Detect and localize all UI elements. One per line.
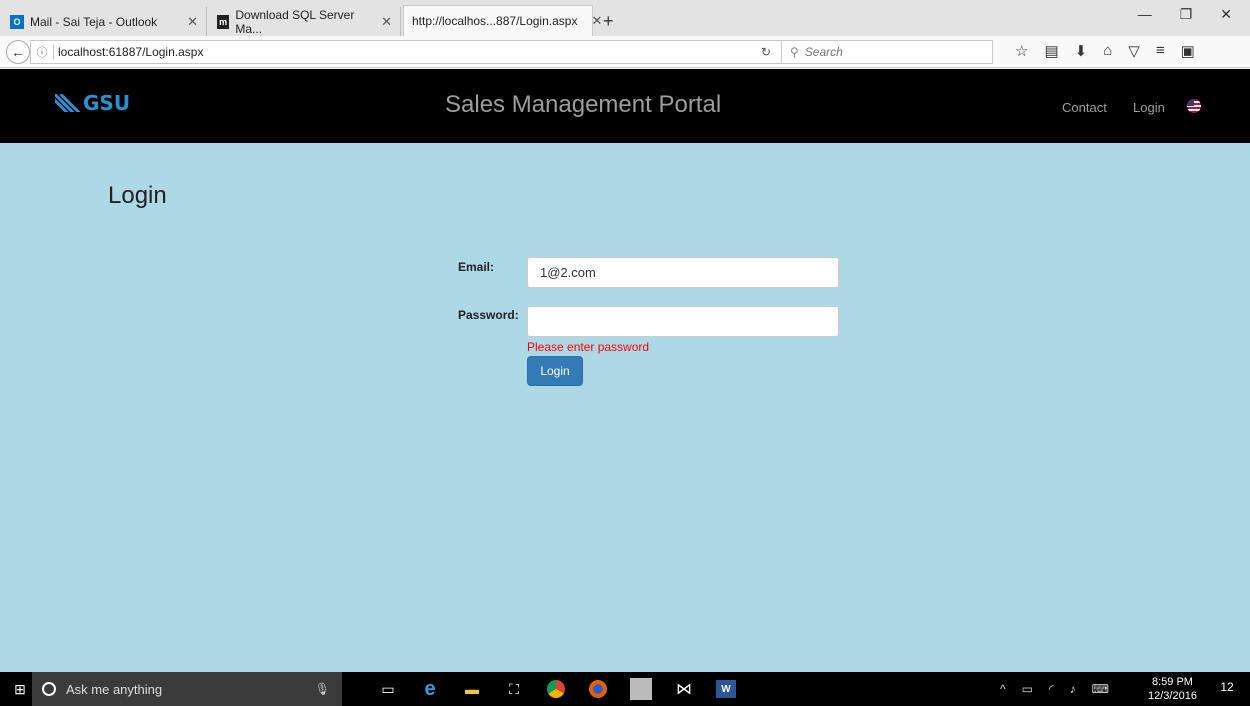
- search-bar[interactable]: ⚲ Search: [781, 40, 993, 64]
- cortana-search-box[interactable]: Ask me anything 🎙: [32, 672, 342, 706]
- notification-count: 12: [1220, 680, 1234, 694]
- restore-icon[interactable]: ❐: [1180, 6, 1193, 23]
- toolbar-icons: ☆ ▤ ⬇ ⌂ ▽ ≡ ▣: [1015, 42, 1195, 60]
- menu-icon[interactable]: ≡: [1156, 42, 1165, 60]
- info-icon[interactable]: ⓘ: [31, 44, 53, 60]
- file-explorer-icon[interactable]: ▬: [462, 679, 482, 699]
- tab-title: Mail - Sai Teja - Outlook: [30, 14, 158, 29]
- login-button[interactable]: Login: [527, 356, 583, 386]
- gsu-logo[interactable]: GSU: [55, 91, 130, 115]
- clock-time: 8:59 PM: [1151, 676, 1193, 688]
- store-icon[interactable]: ⛶: [504, 679, 524, 699]
- tab-login[interactable]: http://localhos...887/Login.aspx ✕: [403, 5, 602, 36]
- window-controls: — ❐ ✕: [1138, 6, 1232, 23]
- email-label: Email:: [458, 260, 495, 274]
- chrome-icon[interactable]: [546, 679, 566, 699]
- download-icon[interactable]: ⬇: [1075, 42, 1088, 60]
- notification-center-icon[interactable]: 12: [1218, 680, 1236, 698]
- home-icon[interactable]: ⌂: [1103, 42, 1112, 60]
- m-site-icon: m: [217, 14, 230, 29]
- email-field[interactable]: 1@2.com: [527, 257, 839, 288]
- url-bar[interactable]: ⓘ localhost:61887/Login.aspx ↻: [30, 40, 782, 64]
- portal-title: Sales Management Portal: [445, 91, 722, 118]
- url-separator: [53, 45, 54, 59]
- extension-icon[interactable]: ▣: [1181, 42, 1195, 60]
- close-icon[interactable]: ✕: [583, 13, 602, 29]
- reading-list-icon[interactable]: ▤: [1044, 42, 1058, 60]
- back-arrow-icon: ←: [11, 43, 25, 60]
- logo-stripes-icon: [55, 94, 81, 112]
- nav-contact-link[interactable]: Contact: [1062, 100, 1107, 115]
- password-label: Password:: [458, 308, 519, 322]
- password-field[interactable]: [527, 306, 839, 337]
- volume-icon[interactable]: ♪: [1070, 682, 1076, 696]
- browser-nav-bar: ← ⓘ localhost:61887/Login.aspx ↻ ⚲ Searc…: [0, 36, 1250, 68]
- us-flag-icon[interactable]: [1187, 99, 1201, 113]
- browser-tab-bar: O Mail - Sai Teja - Outlook ✕ m Download…: [0, 0, 1250, 36]
- minimize-icon[interactable]: —: [1138, 6, 1152, 23]
- reload-icon[interactable]: ↻: [761, 45, 771, 59]
- site-header: GSU Sales Management Portal Contact Logi…: [0, 69, 1250, 143]
- search-placeholder: Search: [804, 45, 843, 59]
- clock-date: 12/3/2016: [1148, 690, 1197, 702]
- tab-sql-download[interactable]: m Download SQL Server Ma... ✕: [209, 7, 401, 36]
- firefox-icon[interactable]: [588, 679, 608, 699]
- word-icon[interactable]: W: [716, 680, 736, 698]
- edge-icon[interactable]: e: [420, 678, 440, 700]
- password-error-message: Please enter password: [527, 340, 650, 354]
- image-app-icon[interactable]: [630, 678, 652, 700]
- nav-login-link[interactable]: Login: [1133, 100, 1165, 115]
- system-tray: ^ ▭ ◜ ♪ ⌨: [1000, 672, 1109, 706]
- logo-text: GSU: [83, 91, 131, 115]
- page-body: GSU Sales Management Portal Contact Logi…: [0, 69, 1250, 672]
- keyboard-icon[interactable]: ⌨: [1092, 682, 1109, 696]
- tab-title: Download SQL Server Ma...: [235, 7, 355, 36]
- search-icon: ⚲: [790, 45, 799, 59]
- close-icon[interactable]: ✕: [179, 14, 198, 30]
- tab-title: http://localhos...887/Login.aspx: [412, 14, 578, 28]
- system-clock[interactable]: 8:59 PM 12/3/2016: [1148, 675, 1197, 703]
- wifi-icon[interactable]: ◜: [1049, 682, 1054, 696]
- task-view-icon[interactable]: ▭: [378, 679, 398, 699]
- battery-icon[interactable]: ▭: [1022, 682, 1033, 696]
- bookmark-star-icon[interactable]: ☆: [1015, 42, 1028, 60]
- close-window-icon[interactable]: ✕: [1220, 6, 1232, 23]
- visual-studio-icon[interactable]: ⋈: [674, 679, 694, 699]
- chevron-up-icon[interactable]: ^: [1000, 682, 1006, 696]
- back-button[interactable]: ←: [6, 39, 30, 64]
- pocket-icon[interactable]: ▽: [1128, 42, 1140, 60]
- windows-taskbar: ⊞ Ask me anything 🎙 ▭ e ▬ ⛶ ⋈ W ^ ▭ ◜ ♪ …: [0, 672, 1250, 706]
- cortana-icon: [42, 682, 56, 696]
- page-title: Login: [108, 182, 167, 209]
- cortana-placeholder: Ask me anything: [66, 681, 163, 697]
- outlook-icon: O: [10, 14, 24, 29]
- close-icon[interactable]: ✕: [373, 14, 392, 30]
- taskbar-apps: ▭ e ▬ ⛶ ⋈ W: [378, 672, 736, 706]
- microphone-icon[interactable]: 🎙: [315, 682, 330, 696]
- tab-outlook[interactable]: O Mail - Sai Teja - Outlook ✕: [2, 7, 207, 36]
- url-text: localhost:61887/Login.aspx: [58, 45, 204, 59]
